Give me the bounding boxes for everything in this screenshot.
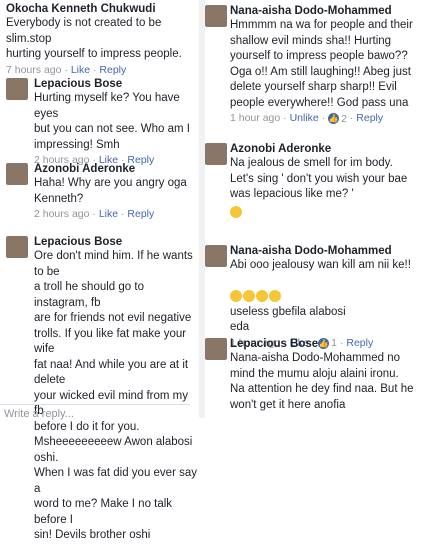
avatar[interactable] — [205, 245, 227, 267]
avatar[interactable] — [205, 5, 227, 27]
laughing-emoji-icon — [269, 289, 281, 302]
comment-meta: 7 hours ago · Like · Reply — [6, 63, 127, 76]
comment-text: Hmmmm na wa for people and their shallow… — [230, 19, 413, 109]
comment-text-continued: useless gbefila alabosi eda — [230, 305, 346, 334]
commenter-name[interactable]: Nana-aisha Dodo-Mohammed — [230, 245, 426, 258]
avatar[interactable] — [205, 143, 227, 165]
comment-text: Nana-aisha Dodo-Mohammed no mind the mum… — [230, 352, 414, 411]
commenter-name[interactable]: Azonobi Aderonke — [230, 143, 426, 156]
reply-link[interactable]: Reply — [356, 112, 383, 124]
comment-text: Na jealous de smell for im body. Let's s… — [230, 157, 408, 200]
comment-text: Ore don't mind him. If he wants to be a … — [34, 250, 197, 541]
comment-time[interactable]: 7 hours ago — [6, 64, 61, 76]
like-link[interactable]: Like — [71, 64, 90, 76]
comment-meta: 1 hour ago · Unlike · 👍 2 · Reply — [230, 112, 384, 126]
comment: Okocha Kenneth Chukwudi Everybody is not… — [6, 3, 198, 77]
comment: Lepacious Bose Hurting myself ke? You ha… — [34, 78, 198, 167]
avatar[interactable] — [6, 78, 28, 100]
commenter-name[interactable]: Okocha Kenneth Chukwudi — [6, 3, 198, 16]
laughing-emoji-icon — [243, 289, 255, 302]
commenter-name[interactable]: Azonobi Aderonke — [34, 163, 198, 176]
reply-link[interactable]: Reply — [127, 208, 154, 220]
comment: Nana-aisha Dodo-Mohammed Hmmmm na wa for… — [230, 5, 426, 126]
reply-link[interactable]: Reply — [99, 64, 126, 76]
comment: Nana-aisha Dodo-Mohammed Abi ooo jealous… — [230, 245, 426, 350]
comment-time[interactable]: 2 hours ago — [34, 208, 89, 220]
avatar[interactable] — [205, 338, 227, 360]
commenter-name[interactable]: Lepacious Bose — [34, 78, 198, 91]
laughing-emoji-icon — [230, 289, 242, 302]
comment: Azonobi Aderonke Haha! Why are you angry… — [34, 163, 198, 221]
thumbs-up-icon: 👍 — [328, 113, 340, 124]
comment: Lepacious Bose Ore don't mind him. If he… — [34, 236, 200, 544]
comment-text: Abi ooo jealousy wan kill am nii ke!! — [230, 259, 411, 271]
comment-text: Hurting myself ke? You have eyes but you… — [34, 92, 190, 151]
commenter-name[interactable]: Lepacious Bose — [230, 338, 426, 351]
avatar[interactable] — [6, 163, 28, 185]
comment: Lepacious Bose Nana-aisha Dodo-Mohammed … — [230, 338, 426, 413]
reaction-emoji — [230, 204, 426, 222]
reply-input[interactable]: Write a reply... — [0, 404, 190, 422]
comment-text: Haha! Why are you angry oga Kenneth? — [34, 177, 187, 205]
comment-text-emoji-line: useless gbefila alabosi eda — [230, 274, 426, 336]
comment-meta: 2 hours ago · Like · Reply — [34, 208, 155, 220]
comment: Azonobi Aderonke Na jealous de smell for… — [230, 143, 426, 222]
commenter-name[interactable]: Lepacious Bose — [34, 236, 200, 249]
commenter-name[interactable]: Nana-aisha Dodo-Mohammed — [230, 5, 426, 18]
like-link[interactable]: Like — [99, 208, 118, 220]
unlike-link[interactable]: Unlike — [290, 112, 319, 124]
laughing-emoji-icon — [256, 289, 268, 302]
reaction-count[interactable]: 👍 2 — [328, 112, 347, 126]
comment-time[interactable]: 1 hour ago — [230, 112, 280, 124]
avatar[interactable] — [6, 236, 28, 258]
comment-text: Everybody is not created to be slim.stop… — [6, 17, 182, 60]
smiley-emoji-icon — [230, 206, 242, 219]
